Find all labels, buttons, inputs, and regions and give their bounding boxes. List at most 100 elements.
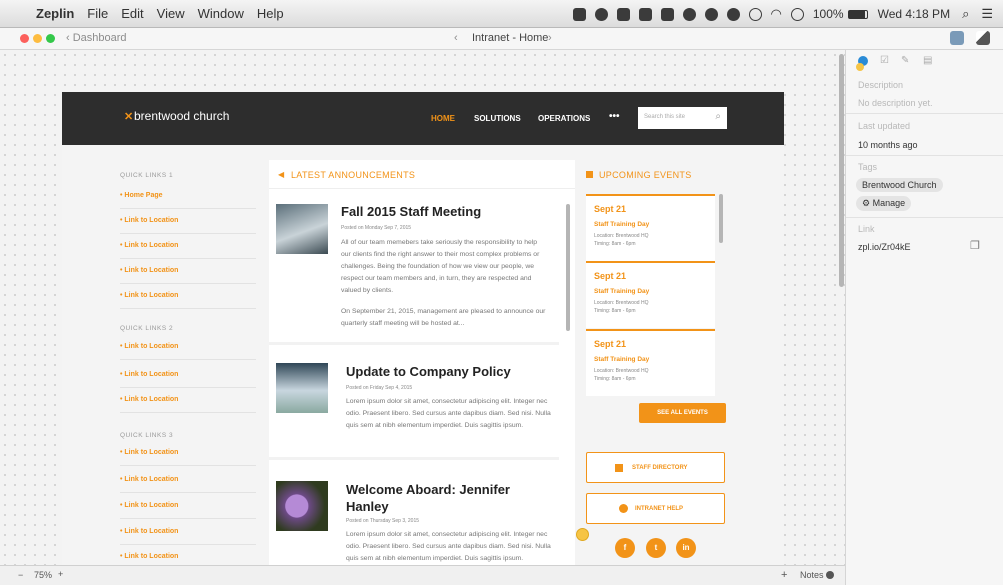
last-updated-label: Last updated bbox=[858, 121, 911, 131]
event-card: Sept 21 Staff Training Day Location: Bre… bbox=[586, 261, 715, 328]
notification-dot bbox=[856, 63, 864, 71]
layers-tab-icon[interactable]: ▤ bbox=[923, 55, 932, 66]
menu-file[interactable]: File bbox=[87, 6, 108, 21]
nav-operations: OPERATIONS bbox=[538, 114, 591, 123]
status-app-icon[interactable] bbox=[726, 7, 740, 21]
status-app-icon[interactable] bbox=[748, 7, 762, 21]
quick-link: • Link to Location bbox=[120, 343, 256, 360]
quick-link: • Link to Location bbox=[120, 217, 256, 234]
menu-app-name[interactable]: Zeplin bbox=[36, 6, 74, 21]
quick-links-heading: QUICK LINKS 2 bbox=[120, 325, 174, 332]
manage-tags-button[interactable]: ⚙ Manage bbox=[856, 196, 912, 211]
status-app-icon[interactable] bbox=[616, 7, 630, 21]
site-logo: brentwood church bbox=[134, 109, 230, 123]
announcement-body: All of our team memebers take seriously … bbox=[341, 239, 540, 294]
announcements-panel: ◀ LATEST ANNOUNCEMENTS Fall 2015 Staff M… bbox=[269, 160, 575, 565]
status-app-icon[interactable] bbox=[594, 7, 608, 21]
last-updated-value: 10 months ago bbox=[858, 140, 918, 150]
intranet-help-label: INTRANET HELP bbox=[635, 506, 683, 512]
export-icon[interactable] bbox=[976, 31, 990, 45]
dropbox-icon[interactable] bbox=[660, 7, 674, 21]
zoom-window-button[interactable] bbox=[46, 34, 55, 43]
note-pin[interactable] bbox=[576, 528, 589, 541]
screen-title: Intranet - Home bbox=[472, 32, 549, 44]
event-card: Sept 21 Staff Training Day Location: Bre… bbox=[586, 194, 715, 261]
checklist-tab-icon[interactable]: ☑ bbox=[880, 55, 889, 66]
status-app-icon[interactable] bbox=[638, 7, 652, 21]
share-link[interactable]: zpl.io/Zr04kE bbox=[858, 242, 911, 252]
canvas-bottom-bar: − 75% + + Notes bbox=[0, 565, 845, 585]
status-app-icon[interactable] bbox=[682, 7, 696, 21]
notes-label[interactable]: Notes bbox=[800, 570, 824, 580]
quick-link: • Link to Location bbox=[120, 528, 256, 545]
description-value[interactable]: No description yet. bbox=[858, 98, 933, 108]
event-location: Location: Brentwood HQ Timing: 8am - 6pm bbox=[594, 233, 649, 247]
divider bbox=[846, 217, 1003, 218]
notification-center-icon[interactable]: ☰ bbox=[981, 6, 993, 22]
prev-screen-icon[interactable]: ‹ bbox=[454, 32, 458, 44]
divider bbox=[846, 155, 1003, 156]
battery-percent: 100% bbox=[812, 7, 844, 21]
event-name: Staff Training Day bbox=[594, 221, 650, 228]
users-icon[interactable] bbox=[950, 31, 964, 45]
announcement-meta: Posted on Thursday Sep 3, 2015 bbox=[346, 518, 420, 524]
staff-directory-label: STAFF DIRECTORY bbox=[632, 465, 688, 471]
artboard-intranet-home[interactable]: ✕ brentwood church HOME SOLUTIONS OPERAT… bbox=[62, 92, 784, 565]
battery-icon[interactable] bbox=[847, 9, 868, 19]
zoom-level[interactable]: 75% bbox=[34, 570, 52, 580]
clock[interactable]: Wed 4:18 PM bbox=[878, 7, 950, 21]
divider bbox=[269, 342, 559, 345]
link-label: Link bbox=[858, 224, 875, 234]
announcement-thumbnail bbox=[276, 481, 328, 531]
announcement-body: On September 21, 2015, management are pl… bbox=[341, 308, 546, 327]
zoom-out-button[interactable]: − bbox=[18, 570, 23, 580]
status-app-icon[interactable] bbox=[572, 7, 586, 21]
event-date: Sept 21 bbox=[594, 204, 627, 214]
instagram-icon: in bbox=[676, 538, 696, 558]
menu-help[interactable]: Help bbox=[257, 6, 284, 21]
copy-icon[interactable]: ❐ bbox=[970, 239, 980, 252]
notes-icon[interactable] bbox=[826, 571, 834, 579]
quick-link: • Link to Location bbox=[120, 476, 256, 493]
announcements-heading: LATEST ANNOUNCEMENTS bbox=[291, 170, 416, 180]
close-window-button[interactable] bbox=[20, 34, 29, 43]
menu-view[interactable]: View bbox=[157, 6, 185, 21]
next-screen-icon[interactable]: › bbox=[548, 32, 552, 44]
tags-label: Tags bbox=[858, 162, 878, 172]
announcement-meta: Posted on Friday Sep 4, 2015 bbox=[346, 385, 413, 391]
announcement-title: Update to Company Policy bbox=[346, 364, 511, 379]
add-note-button[interactable]: + bbox=[781, 569, 787, 581]
announcement-body: Lorem ipsum dolor sit amet, consectetur … bbox=[346, 531, 551, 562]
zoom-in-button[interactable]: + bbox=[58, 569, 63, 579]
divider bbox=[269, 457, 559, 460]
quick-link: • Link to Location bbox=[120, 396, 256, 413]
wifi-icon[interactable]: ◠ bbox=[771, 6, 782, 22]
quick-link: • Link to Location bbox=[120, 292, 256, 309]
status-app-icon[interactable] bbox=[704, 7, 718, 21]
site-search-placeholder: Search this site bbox=[644, 114, 686, 120]
tag-chip[interactable]: Brentwood Church bbox=[856, 178, 943, 192]
staff-directory-button: STAFF DIRECTORY bbox=[586, 452, 725, 483]
menu-window[interactable]: Window bbox=[198, 6, 244, 21]
quick-link: • Link to Location bbox=[120, 267, 256, 284]
status-area: ◠ 100% Wed 4:18 PM ⌕ ☰ bbox=[572, 0, 993, 28]
announcement-thumbnail bbox=[276, 363, 328, 413]
twitter-icon: t bbox=[646, 538, 666, 558]
description-label: Description bbox=[858, 80, 904, 90]
nav-more: ••• bbox=[609, 111, 620, 122]
minimize-window-button[interactable] bbox=[33, 34, 42, 43]
see-all-events-button: SEE ALL EVENTS bbox=[639, 403, 726, 423]
announcement-meta: Posted on Monday Sep 7, 2015 bbox=[341, 225, 412, 231]
spotlight-icon[interactable]: ⌕ bbox=[962, 6, 969, 22]
pen-tab-icon[interactable]: ✎ bbox=[901, 55, 909, 66]
megaphone-icon: ◀ bbox=[278, 170, 285, 179]
quick-link: • Link to Location bbox=[120, 242, 256, 259]
details-panel: ☑ ✎ ▤ Description No description yet. La… bbox=[845, 50, 1003, 585]
back-to-dashboard[interactable]: ‹ Dashboard bbox=[66, 32, 127, 44]
announcement-thumbnail bbox=[276, 204, 328, 254]
user-icon[interactable] bbox=[790, 7, 804, 21]
menu-edit[interactable]: Edit bbox=[121, 6, 143, 21]
announcement-body: Lorem ipsum dolor sit amet, consectetur … bbox=[346, 398, 551, 429]
canvas-scrollbar[interactable] bbox=[839, 54, 844, 287]
chevron-left-icon: ‹ bbox=[66, 32, 73, 44]
